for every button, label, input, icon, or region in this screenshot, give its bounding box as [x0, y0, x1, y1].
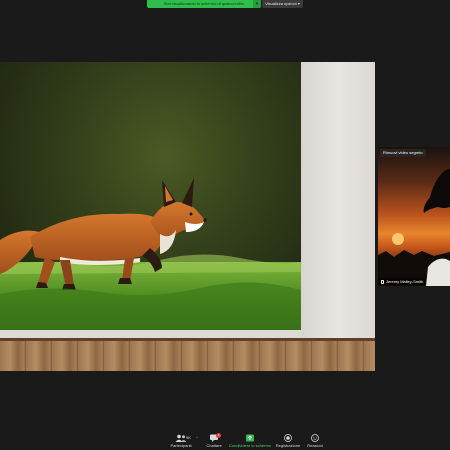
reactions-label: Reazioni — [307, 443, 323, 448]
wooden-floor — [0, 338, 375, 371]
chat-bubble-icon: 3 — [208, 433, 221, 442]
view-options-label: Visualizza opzioni — [265, 1, 297, 6]
chat-label: Chattare — [206, 443, 222, 448]
chat-badge: 3 — [216, 433, 221, 438]
participants-count: 9K — [186, 435, 191, 440]
shared-screen — [0, 62, 375, 371]
share-screen-icon — [244, 434, 256, 442]
chat-button[interactable]: 3 Chattare — [204, 433, 224, 450]
participant-video-tile[interactable]: Rimuovi video segreto Jeremy Malley-Smit… — [378, 147, 450, 286]
record-label: Registrazione — [275, 443, 301, 448]
slide-wall — [301, 62, 375, 338]
participant-name: Jeremy Malley-Smith — [386, 279, 424, 284]
view-options-button[interactable]: Visualizza opzioni ▾ — [262, 0, 303, 8]
record-icon — [282, 434, 294, 442]
hide-video-button[interactable]: Rimuovi video segreto — [380, 149, 426, 157]
screen-share-banner-text: Stai visualizzando lo schermo di qualcun… — [163, 1, 245, 6]
fox-illustration — [0, 178, 301, 330]
sunset-silhouette — [378, 169, 450, 286]
record-button[interactable]: Registrazione — [274, 433, 302, 450]
screen-share-banner[interactable]: Stai visualizzando lo schermo di qualcun… — [147, 0, 261, 8]
reactions-button[interactable]: Reazioni — [304, 433, 326, 450]
chevron-up-icon[interactable]: ^ — [196, 435, 198, 440]
chevron-down-icon[interactable]: ▾ — [253, 0, 261, 8]
fox-photo — [0, 62, 301, 330]
share-screen-button[interactable]: Condividere lo schermo — [228, 433, 272, 450]
participant-name-label: Jeremy Malley-Smith — [379, 278, 426, 285]
meeting-toolbar: Partecipanti 9K ^ 3 Chattare Condividere… — [0, 432, 450, 450]
smiley-icon — [309, 434, 321, 442]
microphone-icon — [381, 279, 384, 284]
chevron-down-icon: ▾ — [297, 1, 300, 6]
share-screen-label: Condividere lo schermo — [228, 443, 272, 448]
participants-label: Partecipanti — [170, 443, 192, 448]
